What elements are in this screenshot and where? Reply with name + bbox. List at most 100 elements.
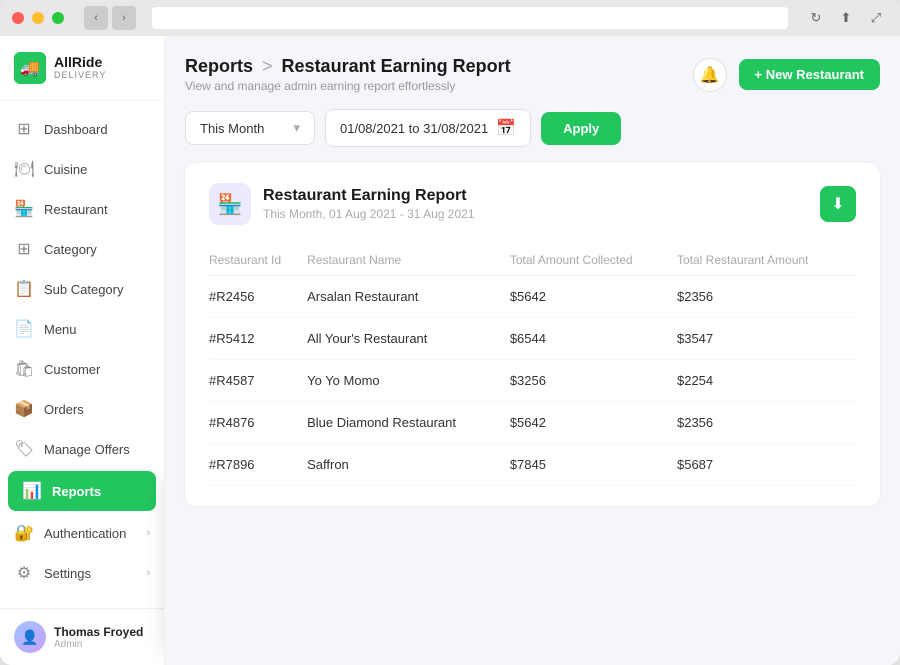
cell-id: #R5412 [209,318,307,360]
sidebar-item-sub-category[interactable]: 📋 Sub Category [0,269,164,309]
sidebar-item-label: Manage Offers [44,442,130,457]
sidebar-item-orders[interactable]: 📦 Orders [0,389,164,429]
report-icon-wrap: 🏪 [209,183,251,225]
app-body: 🚚 AllRide DELIVERY ⊞ Dashboard 🍽 Cuisine [0,36,900,665]
sidebar-item-dashboard[interactable]: ⊞ Dashboard [0,109,164,149]
table-row: #R4587Yo Yo Momo$3256$2254 [209,360,856,402]
date-range-input[interactable]: 01/08/2021 to 31/08/2021 📅 [325,109,531,147]
expand-icon[interactable]: ⤢ [864,6,888,30]
cell-collected: $5642 [510,402,677,444]
sidebar-item-label: Dashboard [44,122,108,137]
table-body: #R2456Arsalan Restaurant$5642$2356#R5412… [209,276,856,486]
sidebar-item-reports[interactable]: 📊 Reports [8,471,156,511]
cuisine-icon: 🍽 [14,159,34,179]
chevron-right-icon: › [146,567,150,579]
refresh-icon[interactable]: ↻ [804,6,828,30]
cell-id: #R4876 [209,402,307,444]
table-header: Restaurant Id Restaurant Name Total Amou… [209,245,856,276]
customer-icon: 🛍 [14,359,34,379]
table-header-row: Restaurant Id Restaurant Name Total Amou… [209,245,856,276]
breadcrumb-current: Restaurant Earning Report [282,56,511,76]
report-table: Restaurant Id Restaurant Name Total Amou… [209,245,856,486]
main-content: Reports > Restaurant Earning Report View… [165,36,900,665]
download-button[interactable]: ⬇ [820,186,856,222]
cell-id: #R2456 [209,276,307,318]
apply-button[interactable]: Apply [541,112,621,145]
notification-bell-icon[interactable]: 🔔 [693,58,727,92]
page-subtitle: View and manage admin earning report eff… [185,79,511,93]
user-role: Admin [54,639,143,650]
report-title: Restaurant Earning Report [263,187,475,205]
breadcrumb: Reports > Restaurant Earning Report [185,56,511,77]
reports-icon: 📊 [22,481,42,501]
auth-icon: 🔐 [14,523,34,543]
orders-icon: 📦 [14,399,34,419]
logo-text: AllRide DELIVERY [54,55,106,80]
sidebar-item-authentication[interactable]: 🔐 Authentication › [0,513,164,553]
user-name: Thomas Froyed [54,625,143,639]
table-row: #R7896Saffron$7845$5687 [209,444,856,486]
share-icon[interactable]: ⬆ [834,6,858,30]
sidebar-item-label: Orders [44,402,84,417]
cell-collected: $7845 [510,444,677,486]
sidebar-item-restaurant[interactable]: 🏪 Restaurant [0,189,164,229]
table-row: #R5412All Your's Restaurant$6544$3547 [209,318,856,360]
sidebar-item-cuisine[interactable]: 🍽 Cuisine [0,149,164,189]
cell-collected: $6544 [510,318,677,360]
cell-collected: $5642 [510,276,677,318]
logo-area: 🚚 AllRide DELIVERY [0,36,164,101]
sidebar-item-menu[interactable]: 📄 Menu [0,309,164,349]
period-select[interactable]: This Month ▾ [185,111,315,145]
sidebar-item-label: Reports [52,484,101,499]
report-card-header: 🏪 Restaurant Earning Report This Month, … [209,183,856,225]
breadcrumb-area: Reports > Restaurant Earning Report View… [185,56,511,93]
restaurant-icon: 🏪 [14,199,34,219]
back-button[interactable]: ‹ [84,6,108,30]
brand-name: AllRide [54,55,106,70]
sidebar-item-label: Sub Category [44,282,124,297]
cell-name: Saffron [307,444,510,486]
sidebar-item-label: Restaurant [44,202,108,217]
dashboard-icon: ⊞ [14,119,34,139]
sidebar: 🚚 AllRide DELIVERY ⊞ Dashboard 🍽 Cuisine [0,36,165,665]
breadcrumb-sep: > [262,56,278,76]
cell-name: All Your's Restaurant [307,318,510,360]
sidebar-item-manage-offers[interactable]: 🏷 Manage Offers [0,429,164,469]
url-bar[interactable] [152,7,788,29]
avatar-image: 👤 [14,621,46,653]
sidebar-item-settings[interactable]: ⚙ Settings › [0,553,164,593]
sidebar-item-label: Menu [44,322,77,337]
col-header-id: Restaurant Id [209,245,307,276]
cell-amount: $5687 [677,444,856,486]
category-icon: ⊞ [14,239,34,259]
sidebar-item-label: Cuisine [44,162,87,177]
header-actions: 🔔 + New Restaurant [693,58,880,92]
logo-icon: 🚚 [14,52,46,84]
new-restaurant-button[interactable]: + New Restaurant [739,59,880,90]
sidebar-item-category[interactable]: ⊞ Category [0,229,164,269]
offers-icon: 🏷 [14,439,34,459]
menu-icon: 📄 [14,319,34,339]
period-label: This Month [200,121,264,136]
avatar: 👤 [14,621,46,653]
cell-amount: $3547 [677,318,856,360]
chevron-right-icon: › [146,527,150,539]
user-info: Thomas Froyed Admin [54,625,143,650]
cell-amount: $2356 [677,402,856,444]
cell-collected: $3256 [510,360,677,402]
minimize-button[interactable] [32,12,44,24]
breadcrumb-parent: Reports [185,56,253,76]
date-range-value: 01/08/2021 to 31/08/2021 [340,121,488,136]
report-card-header-left: 🏪 Restaurant Earning Report This Month, … [209,183,475,225]
maximize-button[interactable] [52,12,64,24]
nav-buttons: ‹ › [84,6,136,30]
nav-items: ⊞ Dashboard 🍽 Cuisine 🏪 Restaurant ⊞ Cat… [0,101,164,608]
close-button[interactable] [12,12,24,24]
cell-name: Arsalan Restaurant [307,276,510,318]
col-header-amount: Total Restaurant Amount [677,245,856,276]
tb-actions: ↻ ⬆ ⤢ [804,6,888,30]
sidebar-item-customer[interactable]: 🛍 Customer [0,349,164,389]
page-header: Reports > Restaurant Earning Report View… [185,56,880,93]
forward-button[interactable]: › [112,6,136,30]
cell-name: Yo Yo Momo [307,360,510,402]
